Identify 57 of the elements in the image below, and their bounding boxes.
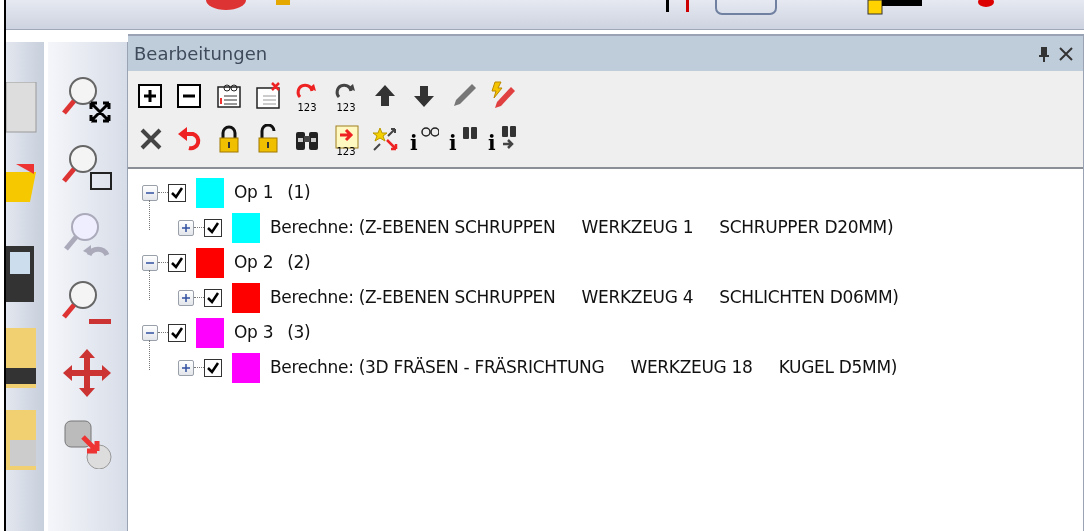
toolbar-button[interactable]: 123 <box>329 121 363 159</box>
tool-number: WERKZEUG 4 <box>581 285 694 309</box>
operation-count: (2) <box>287 250 311 274</box>
expand-toggle[interactable] <box>178 359 194 376</box>
toolbar-button[interactable]: i <box>407 121 441 159</box>
operation-label[interactable]: Op 2 <box>234 249 274 276</box>
operation-step[interactable]: Berechne: (3D FRÄSEN - FRÄSRICHTUNG <box>270 354 605 381</box>
sheet-glasses-icon <box>217 84 241 108</box>
toolbar-button[interactable]: i <box>485 121 519 159</box>
tool-name: SCHLICHTEN D06MM) <box>719 285 899 309</box>
operation-count: (1) <box>287 180 311 204</box>
plus-icon <box>181 222 191 233</box>
unlock-icon <box>258 124 278 153</box>
tool-name: KUGEL D5MM) <box>778 355 898 379</box>
checkbox[interactable] <box>168 253 186 272</box>
arrow-up-icon <box>375 85 395 106</box>
expand-toggle[interactable] <box>178 219 194 236</box>
rotate-arrow-icon <box>296 83 316 98</box>
checkbox[interactable] <box>204 358 222 377</box>
info-glasses-icon <box>421 127 439 137</box>
operation-label[interactable]: Op 3 <box>234 319 274 346</box>
plus-icon <box>181 292 191 303</box>
panel-title: Bearbeitungen <box>134 42 268 66</box>
operation-step[interactable]: Berechne: (Z-EBENEN SCHRUPPEN <box>270 214 556 241</box>
binoculars-icon <box>296 132 318 150</box>
expand-toggle[interactable] <box>142 184 158 201</box>
toolbar-button[interactable]: i <box>446 121 480 159</box>
rotate-arrow-icon <box>335 83 355 98</box>
checkbox[interactable] <box>204 288 222 307</box>
plus-icon <box>138 84 162 108</box>
checkbox[interactable] <box>168 183 186 202</box>
bolt-pencil-icon <box>491 81 515 108</box>
info-binoculars-icon <box>463 127 477 139</box>
toolbar-button[interactable]: 123 <box>329 77 363 115</box>
undo-icon <box>178 127 201 151</box>
expand-toggle[interactable] <box>142 324 158 341</box>
lock-icon <box>219 125 239 153</box>
checkbox[interactable] <box>204 218 222 237</box>
tool-number: WERKZEUG 18 <box>630 355 753 379</box>
tool-name: SCHRUPPER D20MM) <box>719 215 894 239</box>
info-binoculars-icon <box>501 126 516 150</box>
toolbar-button[interactable]: 123 <box>290 77 324 115</box>
arrow-down-icon <box>414 86 434 107</box>
expand-toggle[interactable] <box>142 254 158 271</box>
delete-icon <box>140 128 162 150</box>
operation-count: (3) <box>287 320 311 344</box>
operation-step[interactable]: Berechne: (Z-EBENEN SCHRUPPEN <box>270 284 556 311</box>
tool-number: WERKZEUG 1 <box>581 215 694 239</box>
expand-toggle[interactable] <box>178 289 194 306</box>
minus-icon <box>177 84 201 108</box>
sheet-delete-icon <box>256 81 281 109</box>
plus-icon <box>181 362 191 373</box>
star-arrows-icon <box>372 127 398 151</box>
checkbox[interactable] <box>168 323 186 342</box>
toolbar-icon[interactable] <box>6 328 38 388</box>
pencil-icon <box>454 84 476 106</box>
operation-label[interactable]: Op 1 <box>234 179 274 206</box>
